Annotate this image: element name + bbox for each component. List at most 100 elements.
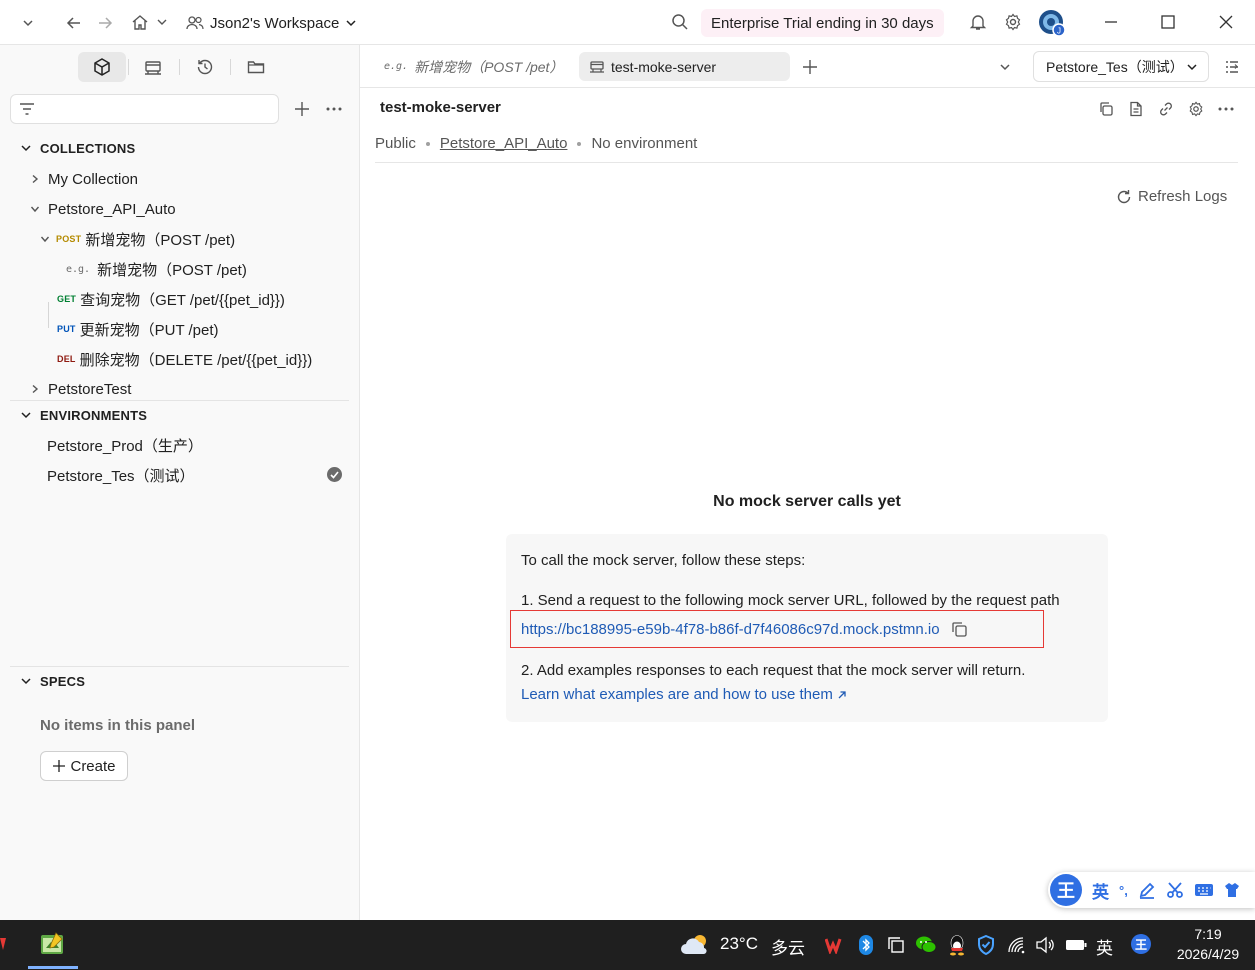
weather-temp[interactable]: 23°C — [720, 934, 758, 954]
tab-files[interactable] — [232, 52, 280, 82]
shield-icon[interactable] — [976, 934, 996, 956]
gear-icon[interactable] — [1187, 100, 1205, 118]
more-icon[interactable] — [1217, 100, 1235, 118]
history-icon — [195, 57, 215, 77]
specs-header[interactable]: SPECS — [20, 670, 85, 692]
taskbar-ime-language[interactable]: 英 — [1096, 934, 1113, 959]
bell-icon[interactable] — [968, 12, 988, 32]
collection-link[interactable]: Petstore_API_Auto — [440, 135, 568, 152]
mock-server-url[interactable]: https://bc188995-e59b-4f78-b86f-d7f46086… — [521, 621, 940, 638]
add-icon[interactable] — [290, 97, 314, 121]
tree-item-petstore-api-auto[interactable]: Petstore_API_Auto — [28, 196, 176, 222]
tree-item-request-post[interactable]: POST 新增宠物（POST /pet) — [38, 226, 235, 252]
env-item-label: Petstore_Tes（测试） — [47, 467, 195, 485]
close-icon[interactable] — [1216, 12, 1236, 32]
tab-collections[interactable] — [78, 52, 126, 82]
collections-header[interactable]: COLLECTIONS — [20, 137, 135, 159]
environments-header[interactable]: ENVIRONMENTS — [20, 404, 147, 426]
ime-logo[interactable]: 王 — [1050, 874, 1082, 906]
tab-mock-server[interactable]: test-moke-server — [579, 52, 790, 81]
wps-icon[interactable] — [825, 935, 845, 955]
link-icon[interactable] — [1157, 100, 1175, 118]
chevron-down-icon[interactable] — [18, 13, 38, 33]
document-icon[interactable] — [1127, 100, 1145, 118]
search-icon[interactable] — [670, 12, 690, 32]
tree-item-request-delete[interactable]: DEL 删除宠物（DELETE /pet/{{pet_id}}) — [57, 346, 312, 372]
taskbar-app-edge[interactable] — [0, 934, 6, 954]
trial-badge[interactable]: Enterprise Trial ending in 30 days — [701, 9, 944, 37]
filter-input[interactable] — [10, 94, 279, 124]
skin-icon[interactable] — [1224, 882, 1240, 898]
pen-icon[interactable] — [1138, 881, 1156, 899]
filter-icon — [19, 102, 35, 116]
chevron-down-icon[interactable] — [154, 14, 170, 30]
new-tab-icon[interactable] — [800, 57, 820, 77]
ime-language-toggle[interactable]: 英 — [1092, 878, 1109, 903]
gear-icon[interactable] — [1003, 12, 1023, 32]
header-actions — [1097, 100, 1235, 118]
back-arrow-icon[interactable] — [64, 13, 84, 33]
qq-icon[interactable] — [946, 933, 968, 957]
example-icon: e.g. — [66, 263, 91, 275]
maximize-icon[interactable] — [1158, 12, 1178, 32]
taskbar-app-editor-icon[interactable] — [34, 926, 70, 962]
method-badge: GET — [57, 294, 77, 304]
avatar[interactable]: J — [1037, 8, 1067, 38]
forward-arrow-icon[interactable] — [95, 13, 115, 33]
tree-item-request-put[interactable]: PUT 更新宠物（PUT /pet) — [57, 316, 219, 342]
minimize-icon[interactable] — [1101, 12, 1121, 32]
section-label: ENVIRONMENTS — [40, 407, 148, 423]
chevron-down-icon — [38, 234, 52, 244]
env-item-test[interactable]: Petstore_Tes（测试） — [47, 462, 195, 488]
tab-example[interactable]: e.g. 新增宠物（POST /pet） — [374, 52, 573, 81]
environment-quick-look-icon[interactable] — [1222, 57, 1242, 77]
env-item-prod[interactable]: Petstore_Prod（生产） — [47, 432, 203, 458]
weather-desc[interactable]: 多云 — [771, 934, 805, 959]
title-bar: Json2's Workspace Enterprise Trial endin… — [0, 0, 1255, 45]
folder-icon — [246, 57, 266, 77]
refresh-icon — [1116, 189, 1132, 205]
tree-item-my-collection[interactable]: My Collection — [28, 166, 138, 192]
cube-icon — [92, 57, 112, 77]
workspace-switcher[interactable]: Json2's Workspace — [186, 10, 357, 36]
tree-guide-line — [48, 302, 49, 328]
more-icon[interactable] — [322, 97, 346, 121]
taskbar-ime-logo[interactable]: 王 — [1131, 934, 1151, 954]
check-circle-icon[interactable] — [327, 467, 342, 482]
divider — [375, 162, 1238, 163]
window-copy-icon[interactable] — [886, 935, 906, 955]
scissors-icon[interactable] — [1166, 881, 1184, 899]
wechat-icon[interactable] — [915, 934, 937, 956]
system-clock[interactable]: 7:19 2026/4/29 — [1166, 924, 1250, 964]
keyboard-icon[interactable] — [1194, 882, 1214, 898]
chevron-right-icon — [28, 174, 42, 184]
tabs-dropdown-icon[interactable] — [996, 58, 1014, 76]
wifi-icon[interactable] — [1006, 934, 1028, 956]
weather-cloud-icon[interactable] — [678, 930, 714, 960]
learn-link-label: Learn what examples are and how to use t… — [521, 686, 833, 703]
tree-item-label: 查询宠物（GET /pet/{{pet_id}}) — [80, 291, 285, 309]
create-button[interactable]: Create — [40, 751, 128, 781]
refresh-logs-button[interactable]: Refresh Logs — [1116, 188, 1227, 205]
tab-history[interactable] — [181, 52, 229, 82]
tree-item-petstore-test[interactable]: PetstoreTest — [28, 376, 131, 402]
volume-icon[interactable] — [1034, 934, 1056, 956]
battery-icon[interactable] — [1064, 934, 1088, 956]
environment-select[interactable]: Petstore_Tes（测试） — [1033, 51, 1209, 82]
mock-meta-row: Public Petstore_API_Auto No environment — [375, 135, 697, 152]
bluetooth-icon[interactable] — [857, 934, 875, 956]
tree-item-request-get[interactable]: GET 查询宠物（GET /pet/{{pet_id}}) — [57, 286, 285, 312]
copy-icon[interactable] — [950, 620, 968, 638]
learn-examples-link[interactable]: Learn what examples are and how to use t… — [521, 686, 847, 703]
server-icon — [589, 60, 605, 74]
home-icon[interactable] — [130, 12, 150, 32]
section-label: SPECS — [40, 673, 86, 689]
tree-item-label: 删除宠物（DELETE /pet/{{pet_id}}) — [79, 351, 313, 369]
method-badge: DEL — [57, 354, 76, 364]
copy-icon[interactable] — [1097, 100, 1115, 118]
tree-item-label: 新增宠物（POST /pet) — [85, 231, 236, 249]
ime-punctuation[interactable]: °, — [1119, 883, 1128, 898]
tab-label: 新增宠物（POST /pet） — [414, 58, 564, 75]
tree-item-example[interactable]: e.g. 新增宠物（POST /pet) — [66, 256, 247, 282]
tab-environments[interactable] — [129, 52, 177, 82]
